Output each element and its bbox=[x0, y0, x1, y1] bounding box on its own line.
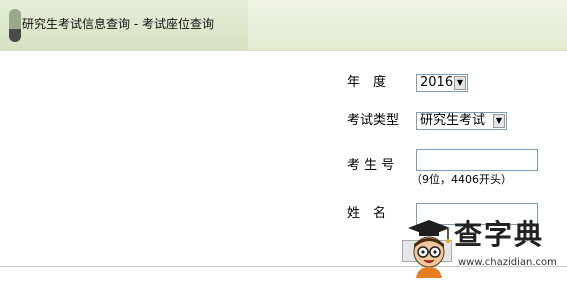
exam-type-select-value: 研究生考试 bbox=[420, 113, 486, 128]
name-label: 姓 名 bbox=[347, 206, 387, 221]
exam-number-input[interactable] bbox=[416, 149, 538, 171]
year-select-value: 2016 bbox=[420, 75, 454, 90]
page-header: 研究生考试信息查询 - 考试座位查询 bbox=[0, 0, 567, 51]
watermark-url: www.chazidian.com bbox=[458, 257, 557, 268]
chevron-down-icon[interactable]: ▼ bbox=[454, 76, 466, 90]
chevron-down-icon[interactable]: ▼ bbox=[493, 114, 505, 128]
mascot-icon bbox=[408, 220, 450, 278]
page-title: 研究生考试信息查询 - 考试座位查询 bbox=[22, 17, 214, 31]
year-select[interactable]: 2016 ▼ bbox=[416, 74, 468, 92]
section-marker-icon bbox=[9, 9, 21, 42]
exam-number-label: 考 生 号 bbox=[347, 158, 395, 173]
exam-number-hint: （9位，4406开头） bbox=[411, 173, 512, 186]
year-label: 年 度 bbox=[347, 75, 387, 90]
watermark-brand: 查字典 bbox=[454, 218, 545, 251]
watermark-logo: 查字典 www.chazidian.com bbox=[404, 214, 567, 278]
exam-type-label: 考试类型 bbox=[347, 113, 400, 128]
exam-type-select[interactable]: 研究生考试 ▼ bbox=[416, 112, 507, 130]
